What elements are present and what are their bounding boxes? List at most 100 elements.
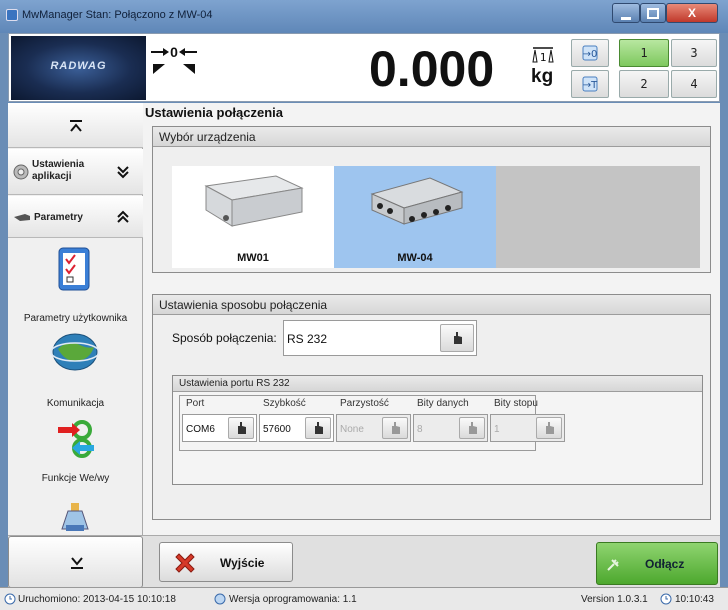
disconnect-label: Odłącz bbox=[645, 557, 685, 571]
svg-text:1: 1 bbox=[540, 51, 547, 64]
device-selection-title: Wybór urządzenia bbox=[153, 127, 710, 147]
device-selection-group: Wybór urządzenia MW01 MW-04 bbox=[152, 126, 711, 273]
device-mw01-image bbox=[204, 175, 304, 227]
gear-icon bbox=[13, 164, 29, 180]
app-settings-label: Ustawienia aplikacji bbox=[32, 159, 85, 182]
data-bits-label: Bity danych bbox=[417, 398, 469, 409]
hand-pointer-icon bbox=[315, 422, 323, 434]
sidebar-item-label: Parametry użytkownika bbox=[23, 313, 128, 324]
exit-button[interactable]: Wyjście bbox=[159, 542, 293, 582]
info-icon bbox=[214, 593, 226, 605]
page-title: Ustawienia połączenia bbox=[145, 105, 283, 120]
status-bar: Uruchomiono: 2013-04-15 10:10:18 Wersja … bbox=[0, 587, 728, 610]
dropdown-button[interactable] bbox=[536, 417, 562, 439]
unit-label: kg bbox=[531, 66, 554, 87]
sidebar-item-more[interactable] bbox=[8, 497, 143, 535]
exit-x-icon bbox=[175, 553, 195, 573]
hand-pointer-icon bbox=[469, 422, 477, 434]
parameters-section[interactable]: Parametry bbox=[8, 196, 143, 238]
data-bits-select[interactable]: 8 bbox=[413, 414, 488, 442]
sidebar-item-io-functions[interactable]: Funkcje We/wy bbox=[8, 415, 143, 495]
connection-settings-group: Ustawienia sposobu połączenia Sposób poł… bbox=[152, 294, 711, 520]
flask-icon bbox=[61, 503, 89, 531]
connection-settings-title: Ustawienia sposobu połączenia bbox=[153, 295, 710, 315]
minimize-icon bbox=[621, 17, 631, 20]
io-arrows-icon bbox=[58, 420, 94, 458]
device-empty-slot bbox=[496, 166, 700, 268]
sidebar-item-user-params[interactable]: Parametry użytkownika bbox=[8, 241, 143, 331]
zero-indicator-icon: 0 bbox=[149, 38, 199, 78]
exit-label: Wyjście bbox=[220, 556, 265, 570]
hand-pointer-icon bbox=[454, 332, 462, 344]
window-title: MwManager Stan: Połączono z MW-04 bbox=[22, 9, 213, 21]
weighing-header: RADWAG 0 0.000 1 kg →0 →T 1 2 3 4 bbox=[8, 33, 720, 102]
close-button[interactable]: X bbox=[666, 3, 718, 23]
zero-button[interactable]: →0 bbox=[571, 39, 609, 67]
started-time: Uruchomiono: 2013-04-15 10:10:18 bbox=[18, 594, 176, 605]
dropdown-button[interactable] bbox=[440, 324, 474, 352]
hand-pointer-icon bbox=[392, 422, 400, 434]
rs232-settings-title: Ustawienia portu RS 232 bbox=[173, 376, 702, 392]
plug-icon bbox=[607, 559, 619, 571]
tare-icon: →T bbox=[582, 76, 598, 92]
globe-icon bbox=[50, 333, 100, 371]
scroll-up-icon bbox=[70, 120, 82, 132]
baud-select[interactable]: 57600 bbox=[259, 414, 334, 442]
dropdown-button[interactable] bbox=[228, 417, 254, 439]
scroll-down-icon bbox=[71, 557, 83, 569]
port-label: Port bbox=[186, 398, 205, 409]
maximize-button[interactable] bbox=[640, 3, 666, 23]
platform-1-button[interactable]: 1 bbox=[619, 39, 669, 67]
scroll-down-button[interactable] bbox=[8, 536, 143, 588]
current-time: 10:10:43 bbox=[675, 594, 714, 605]
app-settings-section[interactable]: Ustawienia aplikacji bbox=[8, 149, 143, 195]
connection-method-select[interactable]: RS 232 bbox=[283, 320, 477, 356]
clock-icon bbox=[660, 593, 672, 605]
connection-method-value: RS 232 bbox=[287, 332, 328, 346]
platform-3-button[interactable]: 3 bbox=[671, 39, 717, 67]
device-label: MW01 bbox=[237, 252, 269, 264]
clock-icon bbox=[4, 593, 16, 605]
dropdown-button[interactable] bbox=[382, 417, 408, 439]
dropdown-button[interactable] bbox=[459, 417, 485, 439]
logo-text: RADWAG bbox=[50, 60, 107, 72]
minimize-button[interactable] bbox=[612, 3, 640, 23]
software-version: Wersja oprogramowania: 1.1 bbox=[229, 594, 357, 605]
parity-select[interactable]: None bbox=[336, 414, 411, 442]
stop-bits-select[interactable]: 1 bbox=[490, 414, 565, 442]
zero-digit: 0 bbox=[170, 44, 178, 60]
tare-button[interactable]: →T bbox=[571, 70, 609, 98]
disconnect-button[interactable]: Odłącz bbox=[596, 542, 718, 585]
svg-text:→T: →T bbox=[583, 80, 598, 91]
title-bar: MwManager Stan: Połączono z MW-04 X bbox=[0, 0, 728, 33]
main-panel: Ustawienia połączenia Wybór urządzenia M… bbox=[143, 103, 720, 535]
hand-pointer-icon bbox=[14, 214, 30, 221]
port-select[interactable]: COM6 bbox=[182, 414, 257, 442]
baud-label: Szybkość bbox=[263, 398, 306, 409]
stop-bits-label: Bity stopu bbox=[494, 398, 538, 409]
device-mw04[interactable]: MW-04 bbox=[334, 166, 496, 268]
dropdown-button[interactable] bbox=[305, 417, 331, 439]
data-bits-value: 8 bbox=[417, 424, 423, 435]
hand-pointer-icon bbox=[546, 422, 554, 434]
chevron-down-icon bbox=[117, 166, 129, 179]
logo: RADWAG bbox=[11, 36, 146, 100]
sidebar-item-communication[interactable]: Komunikacja bbox=[8, 329, 143, 409]
scroll-up-button[interactable] bbox=[8, 103, 143, 148]
app-version: Version 1.0.3.1 bbox=[581, 594, 648, 605]
device-mw04-image bbox=[370, 177, 464, 225]
device-mw01[interactable]: MW01 bbox=[172, 166, 334, 268]
connection-method-label: Sposób połączenia: bbox=[172, 331, 277, 345]
app-icon bbox=[6, 9, 18, 21]
close-icon: X bbox=[687, 6, 696, 20]
sidebar-item-label: Funkcje We/wy bbox=[41, 473, 110, 484]
parameters-label: Parametry bbox=[34, 212, 83, 223]
weight-display: 0.000 bbox=[369, 41, 495, 97]
platform-2-button[interactable]: 2 bbox=[619, 70, 669, 98]
baud-value: 57600 bbox=[263, 424, 291, 435]
port-value: COM6 bbox=[186, 424, 215, 435]
hand-pointer-icon bbox=[238, 422, 246, 434]
active-platform-indicator: 1 bbox=[532, 46, 554, 68]
svg-text:→0: →0 bbox=[583, 49, 598, 60]
platform-4-button[interactable]: 4 bbox=[671, 70, 717, 98]
